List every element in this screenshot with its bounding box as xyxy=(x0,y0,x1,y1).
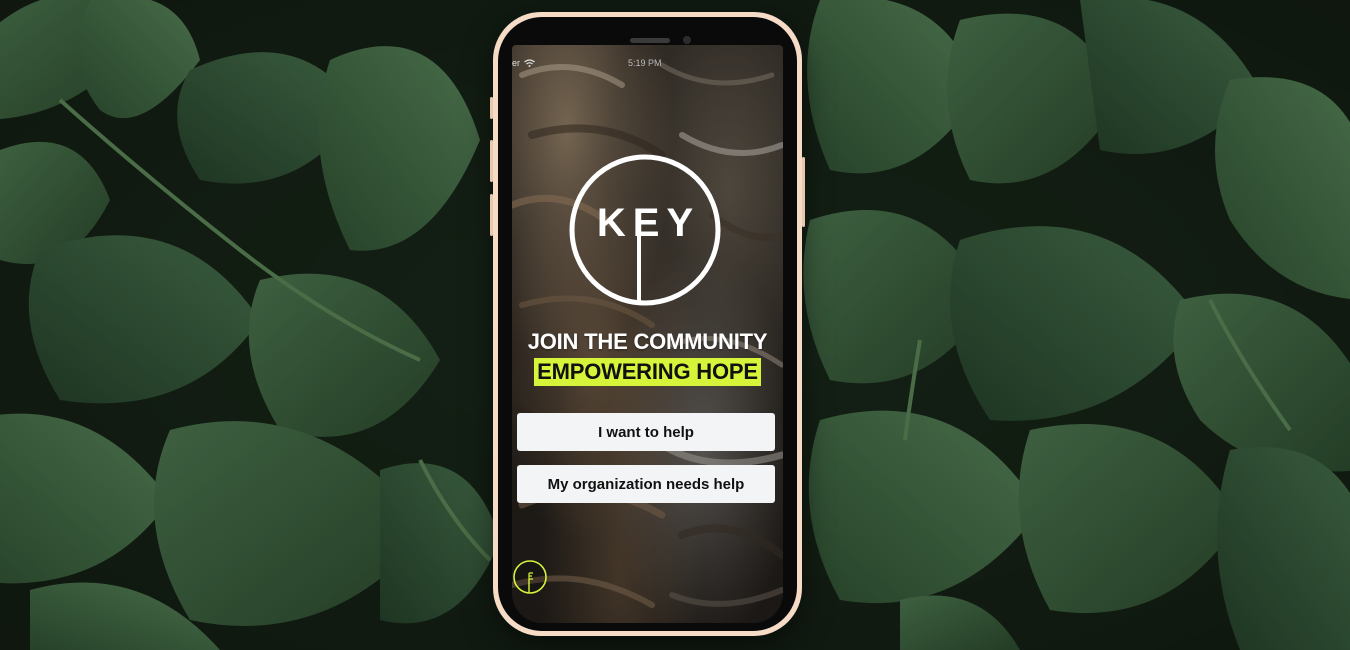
phone-volume-down xyxy=(490,194,493,236)
small-key-logo-icon xyxy=(513,560,547,594)
phone-power-button xyxy=(802,157,805,227)
phone-silent-switch xyxy=(490,97,493,119)
headline-highlight-wrap: EMPOWERING HOPE xyxy=(512,358,783,386)
status-time: 5:19 PM xyxy=(628,58,662,68)
wifi-icon xyxy=(524,59,535,67)
headline-join-community: JOIN THE COMMUNITY xyxy=(527,329,768,354)
key-logo: KEY xyxy=(568,153,722,307)
logo-wordmark: KEY xyxy=(596,201,701,245)
speaker-grille xyxy=(630,38,670,43)
organization-needs-help-button[interactable]: My organization needs help xyxy=(517,465,775,503)
phone-volume-up xyxy=(490,140,493,182)
app-screen: er 5:19 PM KEY JOIN THE COMMUNITY EMPOWE… xyxy=(512,45,783,623)
front-camera xyxy=(683,36,691,44)
i-want-to-help-button[interactable]: I want to help xyxy=(517,413,775,451)
phone-mockup: er 5:19 PM KEY JOIN THE COMMUNITY EMPOWE… xyxy=(490,12,805,636)
status-carrier: er xyxy=(512,58,521,68)
headline-empowering-hope: EMPOWERING HOPE xyxy=(534,358,761,386)
